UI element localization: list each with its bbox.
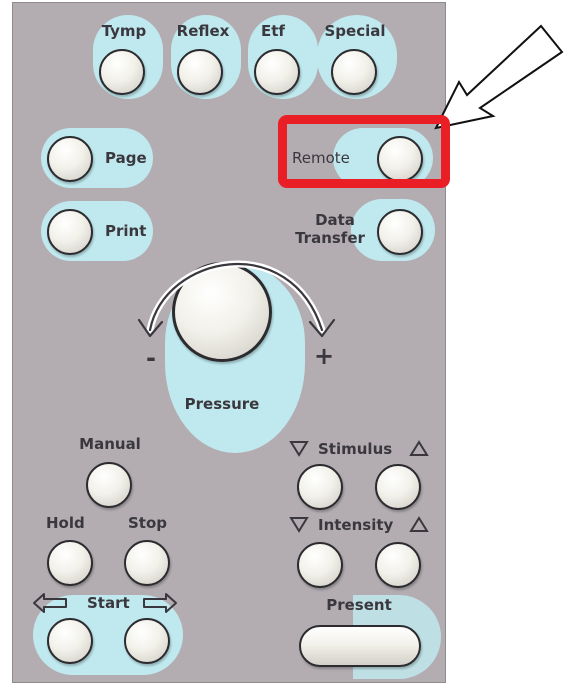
- arrow-left-icon: [33, 593, 67, 613]
- triangle-up-icon: [409, 440, 429, 456]
- arrow-right-icon: [143, 593, 177, 613]
- triangle-down-icon: [289, 517, 309, 533]
- remote-highlight-box: [278, 115, 450, 188]
- arrow-callout-icon: [434, 24, 564, 130]
- triangle-up-icon: [409, 516, 429, 532]
- overlay-graphics: [33, 24, 564, 613]
- curved-arrow-icon: [146, 260, 326, 334]
- triangle-down-icon: [289, 441, 309, 457]
